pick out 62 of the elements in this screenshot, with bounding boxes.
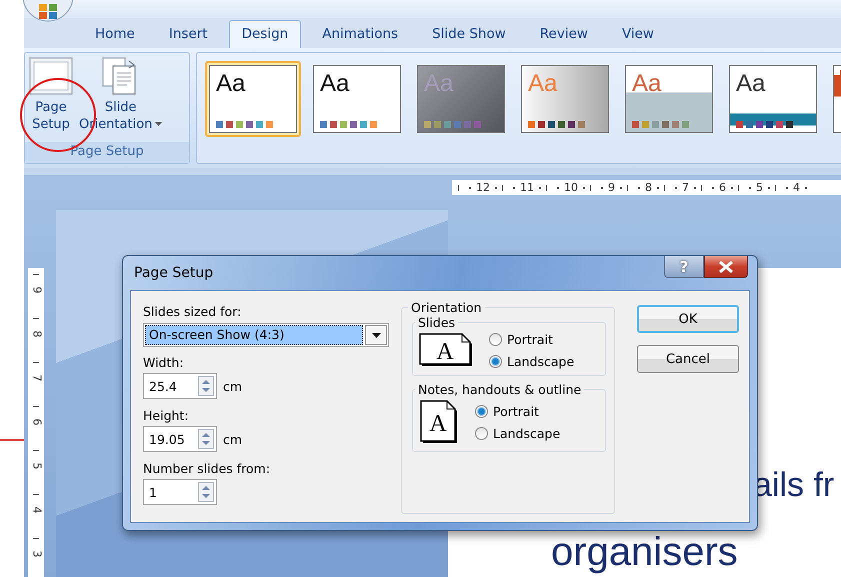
ribbon-tab[interactable]: Review — [526, 20, 601, 48]
ribbon-tab[interactable]: Home — [82, 20, 148, 48]
dialog-title: Page Setup — [134, 265, 214, 281]
theme-thumbnail[interactable]: Aa — [205, 61, 301, 137]
landscape-page-icon: A — [419, 332, 475, 368]
ruler-number: 11 — [520, 181, 534, 194]
group-label: Page Setup — [25, 142, 189, 163]
size-dropdown[interactable]: On-screen Show (4:3) — [143, 323, 389, 347]
ribbon-button[interactable]: Page Setup — [27, 57, 75, 142]
group-title: Notes, handouts & outline — [417, 382, 582, 397]
ruler-number: 9 — [608, 181, 615, 194]
ribbon-tab[interactable]: Slide Show — [419, 20, 519, 48]
spin-field[interactable]: 19.05 — [143, 426, 217, 452]
ribbon-tab[interactable]: Animations — [309, 20, 412, 48]
unit-label: cm — [223, 378, 242, 394]
ruler-number: 9 — [30, 286, 42, 294]
radio-label[interactable]: Landscape — [507, 354, 574, 369]
spin-arrows-icon[interactable] — [198, 376, 214, 396]
radio-button[interactable] — [475, 404, 488, 418]
ruler-number: 4 — [793, 181, 800, 194]
ruler-number: 4 — [30, 506, 42, 514]
field-label: Width: — [143, 355, 185, 371]
spin-arrows-icon[interactable] — [198, 482, 214, 502]
spin-arrows-icon[interactable] — [198, 429, 214, 449]
spin-field[interactable]: 1 — [143, 479, 217, 505]
ruler-number: 5 — [756, 181, 763, 194]
ruler-number: 12 — [476, 181, 490, 194]
ruler-number: 8 — [30, 330, 42, 338]
radio-button[interactable] — [489, 355, 502, 368]
close-icon — [718, 260, 734, 272]
ruler-number: 3 — [30, 550, 42, 558]
annotation-line — [0, 439, 24, 441]
radio-label[interactable]: Landscape — [493, 426, 560, 440]
radio-button[interactable] — [489, 333, 502, 346]
caret-icon — [155, 122, 162, 127]
field-label: Slides sized for: — [143, 304, 242, 320]
slide-text: organisers — [551, 532, 738, 572]
field-label: Height: — [143, 408, 190, 424]
ribbon-tab[interactable]: Design — [228, 20, 302, 48]
page-icon — [29, 57, 73, 95]
group-title: Slides — [417, 315, 456, 330]
group-title: Orientation — [410, 300, 483, 315]
ruler-number: 7 — [682, 181, 689, 194]
app-menu-button[interactable] — [22, 0, 74, 22]
ribbon-tab[interactable]: View — [608, 20, 667, 48]
ruler-number: 8 — [645, 181, 652, 194]
radio-button[interactable] — [475, 426, 488, 440]
spin-field[interactable]: 25.4 — [143, 373, 217, 399]
dialog-button[interactable]: OK — [637, 305, 739, 333]
unit-label: cm — [223, 432, 242, 446]
ruler-number: 7 — [30, 374, 42, 382]
ribbon-tab[interactable]: Insert — [156, 20, 221, 48]
dropdown-arrow-icon — [372, 332, 380, 338]
dialog-button[interactable]: Cancel — [637, 345, 739, 373]
ruler-number: 10 — [564, 181, 578, 194]
ruler-number: 6 — [719, 181, 726, 194]
field-label: Number slides from: — [143, 461, 272, 477]
ruler-number: 5 — [30, 462, 42, 470]
close-button[interactable] — [704, 256, 748, 278]
radio-label[interactable]: Portrait — [507, 332, 553, 347]
radio-label[interactable]: Portrait — [493, 404, 539, 418]
ruler-number: 6 — [30, 418, 42, 426]
